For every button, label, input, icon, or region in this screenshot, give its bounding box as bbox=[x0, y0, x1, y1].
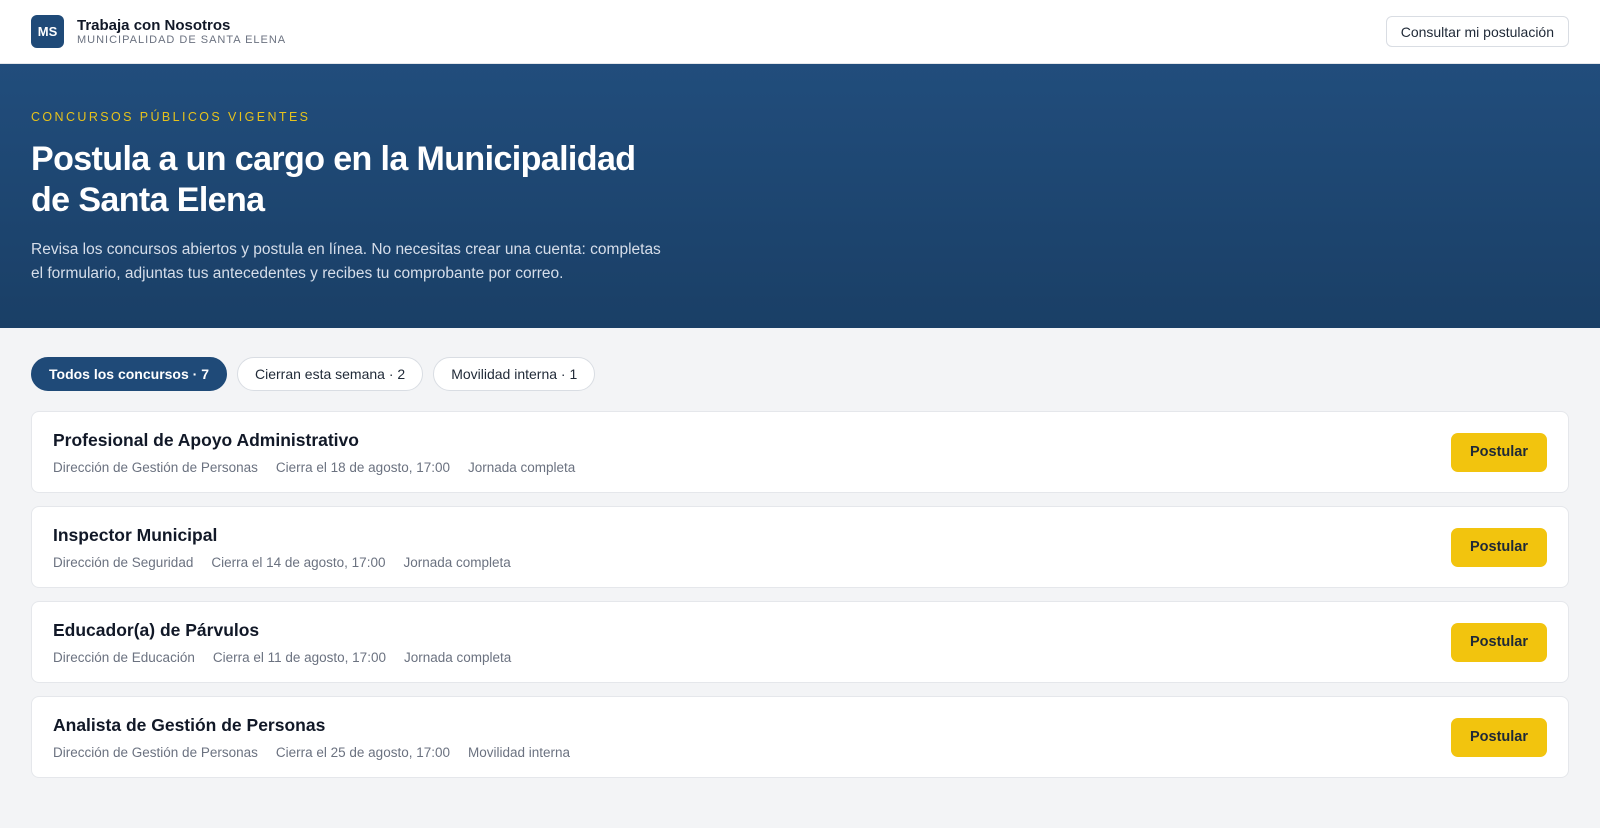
job-info: Analista de Gestión de Personas Direcció… bbox=[53, 715, 570, 760]
job-info: Profesional de Apoyo Administrativo Dire… bbox=[53, 430, 575, 475]
apply-button[interactable]: Postular bbox=[1451, 717, 1547, 757]
job-meta: Dirección de Gestión de Personas Cierra … bbox=[53, 745, 570, 760]
apply-button[interactable]: Postular bbox=[1451, 527, 1547, 567]
job-title[interactable]: Profesional de Apoyo Administrativo bbox=[53, 430, 575, 451]
filter-chip-internal-mobility[interactable]: Movilidad interna · 1 bbox=[433, 357, 596, 391]
job-meta: Dirección de Gestión de Personas Cierra … bbox=[53, 460, 575, 475]
job-title[interactable]: Inspector Municipal bbox=[53, 525, 511, 546]
site-subtitle: MUNICIPALIDAD DE SANTA ELENA bbox=[77, 33, 287, 46]
hero-eyebrow: CONCURSOS PÚBLICOS VIGENTES bbox=[31, 110, 311, 124]
site-title: Trabaja con Nosotros bbox=[77, 16, 231, 34]
job-info: Educador(a) de Párvulos Dirección de Edu… bbox=[53, 620, 511, 665]
filter-chips: Todos los concursos · 7 Cierran esta sem… bbox=[31, 357, 1569, 391]
job-schedule-type: Jornada completa bbox=[403, 649, 512, 665]
job-info: Inspector Municipal Dirección de Segurid… bbox=[53, 525, 511, 570]
job-schedule-type: Jornada completa bbox=[403, 554, 511, 570]
hero-title: Postula a un cargo en la Municipalidad d… bbox=[31, 140, 636, 219]
job-department: Dirección de Gestión de Personas bbox=[53, 744, 258, 760]
job-schedule-type: Jornada completa bbox=[468, 459, 576, 475]
job-meta: Dirección de Seguridad Cierra el 14 de a… bbox=[53, 555, 511, 570]
job-department: Dirección de Gestión de Personas bbox=[53, 459, 258, 475]
job-card: Inspector Municipal Dirección de Segurid… bbox=[31, 506, 1569, 588]
hero-description: Revisa los concursos abiertos y postula … bbox=[31, 241, 661, 282]
hero-banner: CONCURSOS PÚBLICOS VIGENTES Postula a un… bbox=[0, 64, 1600, 328]
job-card: Analista de Gestión de Personas Direcció… bbox=[31, 696, 1569, 778]
main-content: Todos los concursos · 7 Cierran esta sem… bbox=[0, 328, 1600, 778]
job-title[interactable]: Analista de Gestión de Personas bbox=[53, 715, 570, 736]
logo-badge: MS bbox=[31, 15, 64, 48]
brand-text: Trabaja con Nosotros MUNICIPALIDAD DE SA… bbox=[77, 17, 286, 47]
filter-chip-all[interactable]: Todos los concursos · 7 bbox=[31, 357, 227, 391]
filter-chip-closing-this-week[interactable]: Cierran esta semana · 2 bbox=[237, 357, 424, 391]
brand[interactable]: MS Trabaja con Nosotros MUNICIPALIDAD DE… bbox=[31, 15, 286, 48]
job-department: Dirección de Seguridad bbox=[53, 554, 194, 570]
job-closing-date: Cierra el 11 de agosto, 17:00 bbox=[212, 649, 386, 665]
job-card: Educador(a) de Párvulos Dirección de Edu… bbox=[31, 601, 1569, 683]
job-closing-date: Cierra el 14 de agosto, 17:00 bbox=[211, 554, 386, 570]
job-department: Dirección de Educación bbox=[53, 649, 195, 665]
apply-button[interactable]: Postular bbox=[1451, 432, 1547, 472]
job-closing-date: Cierra el 25 de agosto, 17:00 bbox=[275, 744, 450, 760]
top-bar: MS Trabaja con Nosotros MUNICIPALIDAD DE… bbox=[0, 0, 1600, 64]
job-title[interactable]: Educador(a) de Párvulos bbox=[53, 620, 511, 641]
job-meta: Dirección de Educación Cierra el 11 de a… bbox=[53, 650, 511, 665]
job-card: Profesional de Apoyo Administrativo Dire… bbox=[31, 411, 1569, 493]
apply-button[interactable]: Postular bbox=[1451, 622, 1547, 662]
job-schedule-type: Movilidad interna bbox=[468, 744, 571, 760]
consult-application-button[interactable]: Consultar mi postulación bbox=[1385, 16, 1569, 47]
job-closing-date: Cierra el 18 de agosto, 17:00 bbox=[275, 459, 450, 475]
